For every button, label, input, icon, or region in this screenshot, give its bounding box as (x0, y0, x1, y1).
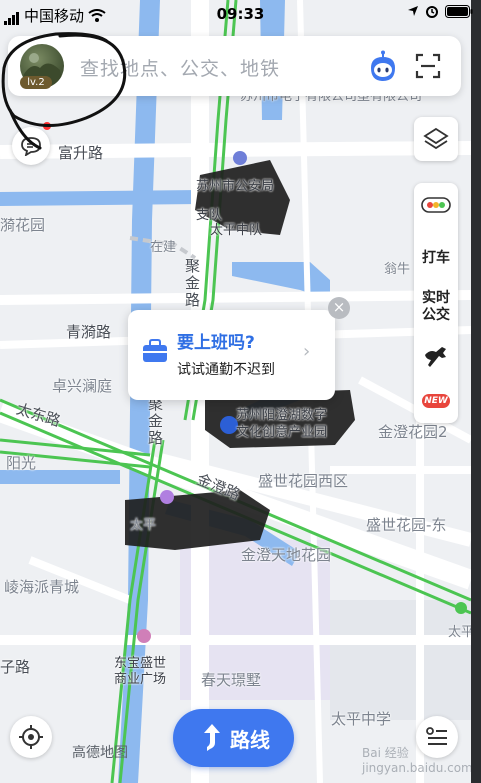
map-label-jincheng-tiandi: 金澄天地花园 (241, 546, 332, 564)
map-logo-text: 高德地图 (72, 745, 128, 761)
map-label-zi-road: 子路 (0, 658, 31, 676)
layers-icon (423, 127, 449, 150)
level-badge: lv.2 (20, 76, 52, 89)
route-arrow-icon (204, 724, 220, 751)
search-bar[interactable]: 查找地点、公交、地铁 (8, 36, 461, 96)
map-label-qingyi-road: 青漪路 (66, 323, 112, 341)
screen-edge (471, 0, 481, 783)
map-label-zaijian: 在建 (150, 240, 177, 255)
map-label-taiping-left: 太平 (130, 518, 157, 533)
map-label-wengniu: 翁牛 (384, 262, 411, 277)
location-arrow-icon (408, 6, 418, 16)
alarm-icon (426, 6, 438, 18)
popup-title: 要上班吗? (177, 333, 255, 353)
map-label-chuntian: 春天璟墅 (201, 671, 262, 689)
map-label-police-1: 苏州市公安局 (196, 179, 275, 194)
map-label-garden-left: 漪花园 (0, 216, 46, 234)
layers-button[interactable] (414, 117, 458, 161)
battery-icon (445, 4, 473, 18)
map-label-jujin-road-2: 聚金路 (146, 396, 164, 447)
notification-dot (43, 122, 51, 130)
robot-assistant-icon[interactable] (366, 50, 400, 84)
commute-popup[interactable]: 要上班吗? 试试通勤不迟到 › (128, 310, 335, 400)
popup-subtitle: 试试通勤不迟到 (177, 362, 275, 378)
map-label-shengshi-east: 盛世花园-东 (366, 516, 447, 534)
new-badge: NEW (422, 394, 450, 408)
chevron-right-icon: › (303, 341, 311, 362)
taxi-button[interactable]: 打车 (414, 247, 458, 267)
map-label-shengshi-west: 盛世花园西区 (258, 472, 349, 490)
popup-close-button[interactable]: × (328, 297, 350, 319)
status-right-group (407, 4, 473, 18)
map-label-haipai: 崚海派青城 (4, 578, 80, 596)
horse-icon (425, 347, 446, 367)
status-bar: 中国移动 09:33 (0, 0, 481, 30)
search-input[interactable]: 查找地点、公交、地铁 (80, 54, 280, 81)
map-label-police-3: 太平中队 (210, 223, 263, 238)
traffic-toggle[interactable] (414, 197, 458, 217)
map-label-jujin-road: 聚金路 (183, 258, 201, 309)
route-button-label: 路线 (230, 728, 270, 752)
briefcase-icon (143, 339, 167, 362)
right-toolbar: 打车 实时公交 NEW (414, 183, 458, 423)
map-label-cultural-park: 文化创意产业园 (236, 425, 328, 440)
locate-button[interactable] (10, 716, 52, 758)
map-label-fushen-road: 富升路 (58, 144, 104, 162)
chat-bubble-icon (21, 137, 41, 156)
traffic-light-icon (421, 197, 451, 213)
scan-icon[interactable] (413, 51, 443, 81)
crosshair-icon (19, 725, 43, 749)
list-button[interactable] (416, 716, 458, 758)
realtime-bus-button[interactable]: 实时公交 (420, 290, 452, 324)
message-button[interactable] (12, 127, 50, 165)
map-label-jincheng-garden-2: 金澄花园2 (378, 423, 448, 441)
list-icon (426, 727, 447, 745)
horse-icon-button[interactable] (414, 343, 458, 373)
map-label-dongbao-2: 商业广场 (114, 672, 167, 687)
route-button[interactable]: 路线 (173, 709, 294, 767)
map-label-yangguang: 阳光 (6, 454, 37, 472)
map-label-zhuoxing: 卓兴澜庭 (52, 377, 113, 395)
map-label-taiping-school: 太平中学 (331, 710, 392, 728)
